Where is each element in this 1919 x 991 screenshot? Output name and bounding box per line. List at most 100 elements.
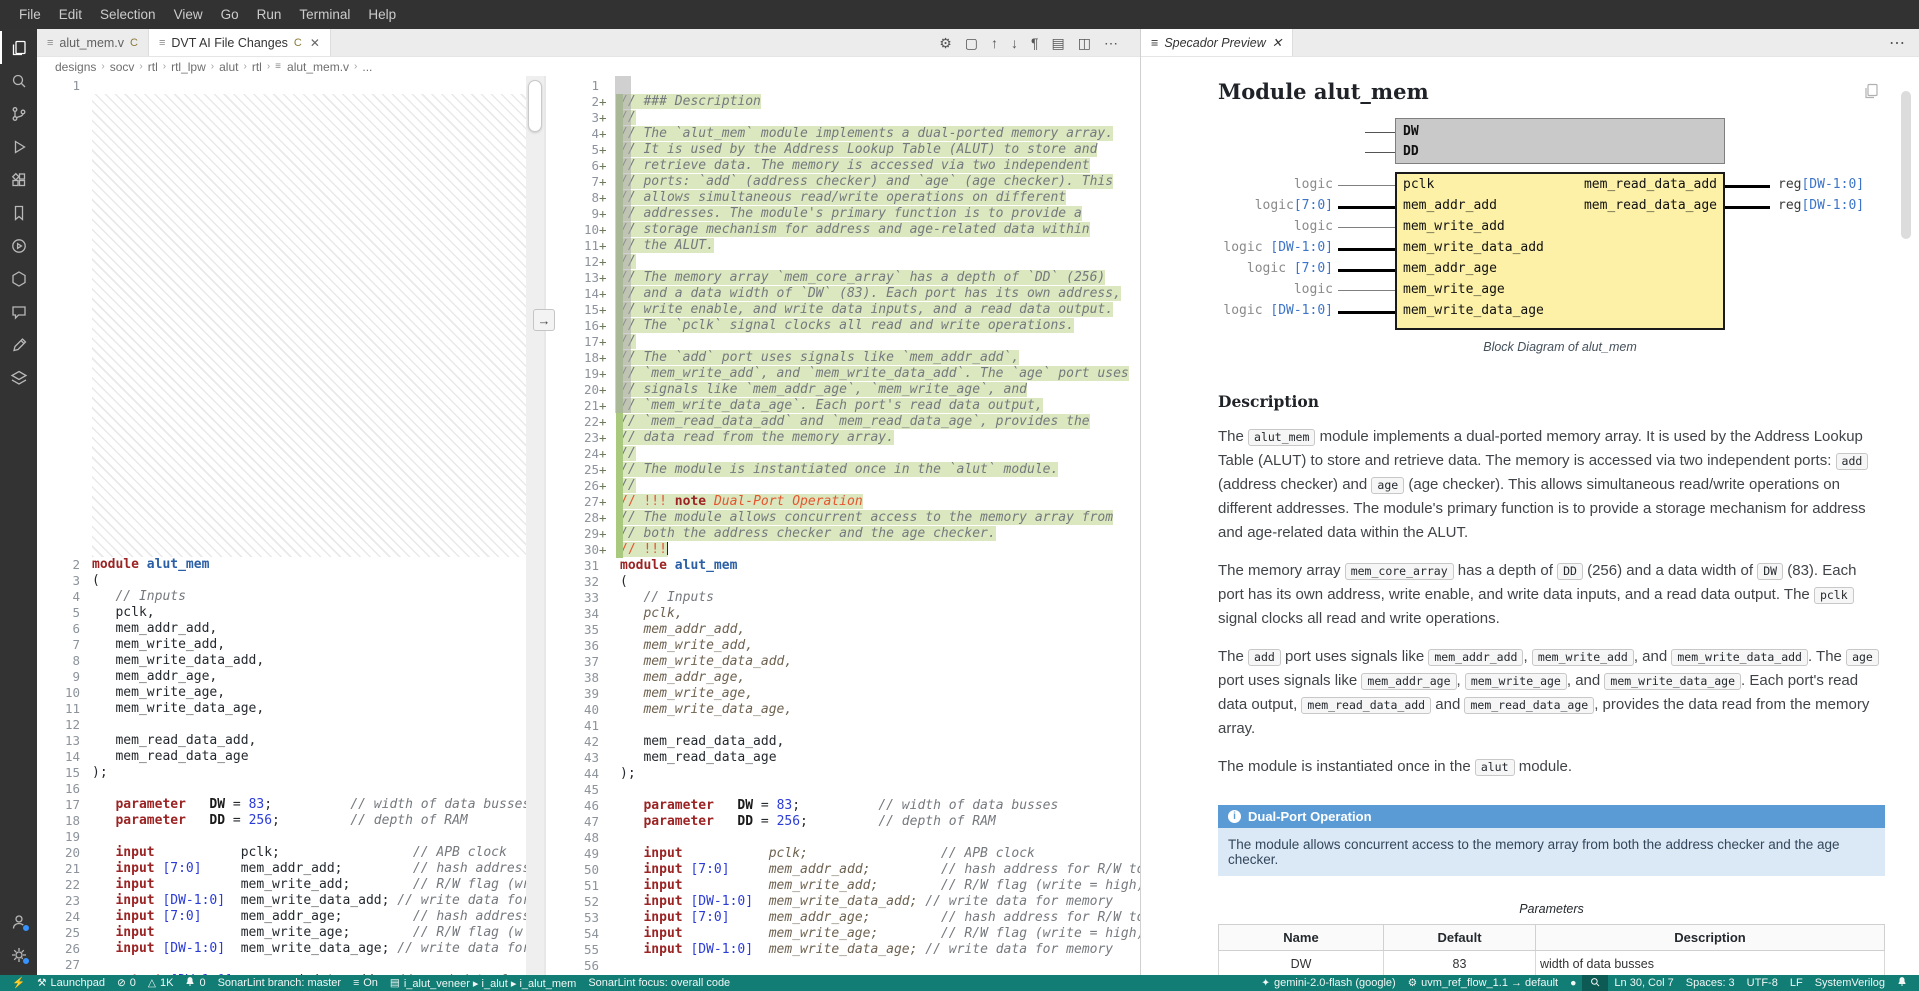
status-systemverilog[interactable]: SystemVerilog — [1809, 975, 1891, 991]
bookmarks-icon[interactable] — [0, 196, 37, 229]
comments-icon[interactable] — [0, 295, 37, 328]
code-line[interactable]: 50 input [7:0] mem_addr_add; // hash add… — [546, 862, 1140, 878]
code-line[interactable]: 16+// The `pclk` signal clocks all read … — [546, 318, 1140, 334]
run-debug-icon[interactable] — [0, 130, 37, 163]
breadcrumb-item[interactable]: alut — [219, 60, 238, 74]
code-line[interactable]: 20+// signals like `mem_addr_age`, `mem_… — [546, 382, 1140, 398]
map-icon[interactable]: ▤ — [1052, 36, 1065, 50]
code-line[interactable]: 34 pclk, — [546, 606, 1140, 622]
code-line[interactable]: 29+// both the address checker and the a… — [546, 526, 1140, 542]
code-line[interactable]: 2module alut_mem — [37, 557, 544, 573]
copy-icon[interactable] — [1863, 83, 1879, 104]
code-line[interactable]: 39 mem_write_age, — [546, 686, 1140, 702]
left-scrollbar-track[interactable] — [526, 76, 544, 975]
extensions-icon[interactable] — [0, 163, 37, 196]
code-line[interactable]: 19 — [37, 829, 544, 845]
code-line[interactable]: 26+// — [546, 478, 1140, 494]
code-line[interactable]: 54 input mem_write_age; // R/W flag (wri… — [546, 926, 1140, 942]
code-line[interactable]: 15+// write enable, and write data input… — [546, 302, 1140, 318]
code-line[interactable]: 41 — [546, 718, 1140, 734]
code-line[interactable]: 5 pclk, — [37, 605, 544, 621]
code-line[interactable]: 52 input [DW-1:0] mem_write_data_add; //… — [546, 894, 1140, 910]
search-icon[interactable] — [0, 64, 37, 97]
code-line[interactable]: 46 parameter DW = 83; // width of data b… — [546, 798, 1140, 814]
previous-change-icon[interactable]: ↑ — [991, 36, 998, 50]
search-icon[interactable] — [1582, 975, 1608, 991]
code-line[interactable]: 33 // Inputs — [546, 590, 1140, 606]
source-control-icon[interactable] — [0, 97, 37, 130]
status-1k[interactable]: △1K — [142, 975, 180, 991]
code-line[interactable]: 27+// !!! note Dual-Port Operation — [546, 494, 1140, 510]
code-line[interactable]: 10+// storage mechanism for address and … — [546, 222, 1140, 238]
code-line[interactable]: 42 mem_read_data_add, — [546, 734, 1140, 750]
more-actions-icon[interactable]: ⋯ — [1104, 36, 1118, 50]
code-line[interactable]: 26 input [DW-1:0] mem_write_data_age; //… — [37, 941, 544, 957]
code-line[interactable]: 15); — [37, 765, 544, 781]
close-icon[interactable]: ✕ — [1272, 35, 1282, 50]
code-line[interactable]: 21+// `mem_write_data_age`. Each port's … — [546, 398, 1140, 414]
code-line[interactable]: 18 parameter DD = 256; // depth of RAM — [37, 813, 544, 829]
code-line[interactable]: 11+// the ALUT. — [546, 238, 1140, 254]
code-line[interactable]: 18+// The `add` port uses signals like `… — [546, 350, 1140, 366]
code-line[interactable]: 25+// The module is instantiated once in… — [546, 462, 1140, 478]
menu-view[interactable]: View — [165, 7, 212, 22]
menu-selection[interactable]: Selection — [91, 7, 165, 22]
status-on[interactable]: ≡On — [347, 975, 384, 991]
code-line[interactable]: 44 ); — [546, 766, 1140, 782]
status-0[interactable]: ⊘0 — [111, 975, 142, 991]
code-line[interactable]: 36 mem_write_add, — [546, 638, 1140, 654]
code-line[interactable]: 11 mem_write_data_age, — [37, 701, 544, 717]
diff-modified-pane[interactable]: 1 2+// ### Description3+//4+// The `alut… — [546, 76, 1140, 975]
layers-icon[interactable] — [0, 361, 37, 394]
breadcrumb-item[interactable]: rtl_lpw — [171, 60, 206, 74]
code-line[interactable]: 19+// `mem_write_add`, and `mem_write_da… — [546, 366, 1140, 382]
edit-icon[interactable] — [0, 328, 37, 361]
code-line[interactable]: 38 mem_addr_age, — [546, 670, 1140, 686]
code-line[interactable]: 24 input [7:0] mem_addr_age; // hash add… — [37, 909, 544, 925]
code-line[interactable]: 23+// data read from the memory array. — [546, 430, 1140, 446]
code-line[interactable]: 13 mem_read_data_add, — [37, 733, 544, 749]
code-line[interactable]: 10 mem_write_age, — [37, 685, 544, 701]
code-line[interactable]: 43 mem_read_data_age — [546, 750, 1140, 766]
code-line[interactable]: 53 input [7:0] mem_addr_age; // hash add… — [546, 910, 1140, 926]
bell-icon[interactable] — [1891, 975, 1913, 991]
menu-edit[interactable]: Edit — [50, 7, 91, 22]
settings-gear-icon[interactable]: ⚙ — [939, 36, 952, 50]
code-line[interactable]: 16 — [37, 781, 544, 797]
accounts-icon[interactable] — [0, 905, 37, 938]
revert-change-arrow-button[interactable]: → — [533, 309, 555, 331]
breadcrumb[interactable]: designs›socv›rtl›rtl_lpw›alut›rtl›≡alut_… — [37, 57, 1140, 76]
status-spaces-3[interactable]: Spaces: 3 — [1680, 975, 1741, 991]
code-line[interactable]: 8+// allows simultaneous read/write oper… — [546, 190, 1140, 206]
code-line[interactable]: 6+// retrieve data. The memory is access… — [546, 158, 1140, 174]
code-line[interactable]: 55 input [DW-1:0] mem_write_data_age; //… — [546, 942, 1140, 958]
next-change-icon[interactable]: ↓ — [1011, 36, 1018, 50]
status-0[interactable]: 0 — [179, 975, 211, 991]
code-line[interactable]: 2+// ### Description — [546, 94, 1140, 110]
code-line[interactable]: 1 — [37, 78, 544, 94]
code-line[interactable]: 17 parameter DW = 83; // width of data b… — [37, 797, 544, 813]
code-line[interactable]: 12+// — [546, 254, 1140, 270]
code-line[interactable]: 40 mem_write_data_age, — [546, 702, 1140, 718]
menu-help[interactable]: Help — [359, 7, 405, 22]
more-actions-icon[interactable]: ⋯ — [1889, 29, 1919, 56]
status-lf[interactable]: LF — [1784, 975, 1809, 991]
code-line[interactable]: 47 parameter DD = 256; // depth of RAM — [546, 814, 1140, 830]
explorer-icon[interactable] — [0, 31, 37, 64]
open-file-icon[interactable]: ▢ — [965, 36, 978, 50]
tab-specador-preview[interactable]: ≡ Specador Preview ✕ — [1141, 29, 1293, 56]
breadcrumb-item[interactable]: designs — [55, 60, 96, 74]
code-line[interactable]: 4+// The `alut_mem` module implements a … — [546, 126, 1140, 142]
menu-terminal[interactable]: Terminal — [290, 7, 359, 22]
code-line[interactable]: 6 mem_addr_add, — [37, 621, 544, 637]
breadcrumb-item[interactable]: alut_mem.v — [287, 60, 349, 74]
remote-icon[interactable]: ⚡ — [6, 975, 31, 991]
code-line[interactable]: 8 mem_write_data_add, — [37, 653, 544, 669]
code-line[interactable]: 35 mem_addr_add, — [546, 622, 1140, 638]
close-icon[interactable]: ✕ — [310, 36, 320, 50]
code-line[interactable]: 25 input mem_write_age; // R/W flag (w — [37, 925, 544, 941]
status-launchpad[interactable]: ⚒Launchpad — [31, 975, 111, 991]
code-line[interactable]: 22 input mem_write_add; // R/W flag (wri… — [37, 877, 544, 893]
status-gemini-2-0-flash-google-[interactable]: ✦gemini-2.0-flash (google) — [1255, 975, 1401, 991]
code-line[interactable]: 31 module alut_mem — [546, 558, 1140, 574]
